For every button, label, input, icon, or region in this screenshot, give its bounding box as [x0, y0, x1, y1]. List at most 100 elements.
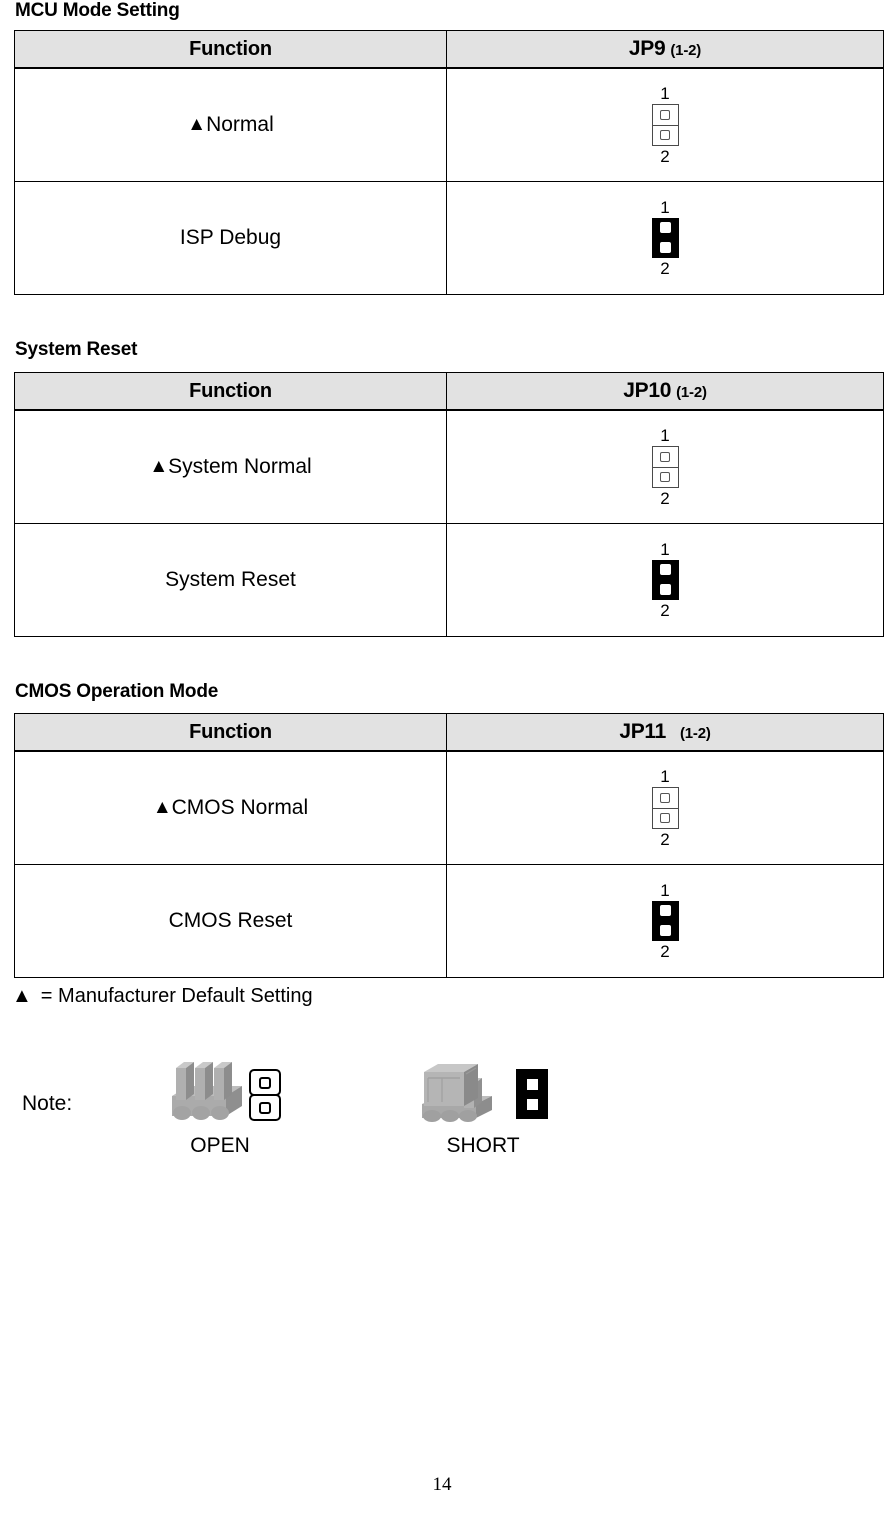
- pin-label-top: 1: [660, 197, 670, 217]
- pin-hole-icon: [659, 925, 671, 936]
- jumper-block: [651, 217, 679, 258]
- function-cell: ▲Normal: [14, 67, 447, 182]
- jumper-pin-cell: [653, 788, 678, 808]
- jumper-block-short: [651, 559, 679, 600]
- jumper-block-open: [651, 103, 679, 146]
- jumper-diagram-open: 1 2: [651, 83, 679, 166]
- pin-label-top: 1: [660, 425, 670, 445]
- column-header-function-label: Function: [189, 720, 272, 743]
- pin-label-top: 1: [660, 83, 670, 103]
- function-label-text: CMOS Normal: [171, 796, 309, 819]
- jumper-table-jp11: Function JP11 (1-2) ▲CMOS Normal 1 2 CMO…: [14, 713, 884, 978]
- note-label: Note:: [22, 1092, 73, 1115]
- jumper-block: [651, 559, 679, 600]
- column-header-function-label: Function: [189, 37, 272, 60]
- function-label: CMOS Reset: [169, 909, 293, 932]
- table-row: System Reset 1 2: [14, 523, 884, 637]
- jumper-cell: 1 2: [446, 750, 884, 865]
- pin-label-bottom: 2: [660, 829, 670, 849]
- jumper-pin-cell: [652, 580, 679, 600]
- column-header-jumper: JP10 (1-2): [446, 372, 884, 411]
- default-setting-triangle-icon: ▲: [149, 456, 169, 477]
- pin-hole-icon: [659, 584, 671, 595]
- function-cell: CMOS Reset: [14, 864, 447, 978]
- jumper-block: [651, 786, 679, 829]
- table-header-row: Function JP11 (1-2): [14, 713, 884, 752]
- jumper-pin-cell: [249, 1094, 281, 1121]
- pin-hole-icon: [660, 109, 670, 120]
- jumper-cell: 1 2: [446, 864, 884, 978]
- column-header-jumper-name: JP9: [628, 37, 666, 60]
- function-label-text: System Reset: [165, 568, 296, 591]
- pin-label-top: 1: [660, 766, 670, 786]
- document-page: MCU Mode Setting Function JP9 (1-2) ▲Norm…: [0, 0, 884, 1518]
- column-header-jumper: JP9 (1-2): [446, 30, 884, 69]
- function-label-text: ISP Debug: [179, 226, 282, 249]
- column-header-function: Function: [14, 30, 447, 69]
- pin-hole-icon: [659, 242, 671, 253]
- function-cell: System Reset: [14, 523, 447, 637]
- pin-label-top: 1: [660, 880, 670, 900]
- open-pin-header-illustration: [168, 1058, 258, 1128]
- table-row: ▲System Normal 1 2: [14, 409, 884, 524]
- default-setting-triangle-icon: ▲: [187, 114, 207, 135]
- table-header-row: Function JP10 (1-2): [14, 372, 884, 411]
- jumper-pin-cell: [653, 447, 678, 467]
- jumper-cell: 1 2: [446, 181, 884, 295]
- column-header-jumper-pins: (1-2): [680, 725, 711, 742]
- function-label: ▲Normal: [187, 113, 274, 136]
- table-row: CMOS Reset 1 2: [14, 864, 884, 978]
- column-header-jumper-name: JP11: [619, 720, 666, 743]
- function-label: ISP Debug: [180, 226, 281, 249]
- manufacturer-default-note-text: = Manufacturer Default Setting: [40, 985, 313, 1007]
- jumper-diagram-open: 1 2: [651, 425, 679, 508]
- function-label-text: CMOS Reset: [168, 909, 293, 932]
- function-label-text: Normal: [206, 113, 274, 136]
- pin-label-bottom: 2: [660, 258, 670, 278]
- jumper-block-open: [249, 1069, 281, 1121]
- pin-hole-icon: [659, 905, 671, 916]
- jumper-pin-cell: [653, 105, 678, 125]
- function-cell: ▲CMOS Normal: [14, 750, 447, 865]
- column-header-jumper-pins: (1-2): [670, 42, 702, 59]
- jumper-pin-cell: [652, 218, 679, 238]
- jumper-pin-cell: [652, 807, 678, 828]
- short-caption: SHORT: [446, 1134, 520, 1157]
- default-setting-triangle-icon: ▲: [152, 797, 172, 818]
- pin-hole-icon: [526, 1098, 538, 1110]
- jumper-pin-cell: [652, 124, 678, 145]
- jumper-diagram-short: 1 2: [651, 197, 679, 278]
- pin-hole-icon: [259, 1076, 271, 1089]
- jumper-pin-cell: [652, 901, 679, 921]
- section-heading-cmos-operation-mode: CMOS Operation Mode: [15, 681, 219, 702]
- column-header-jumper-name: JP10: [623, 379, 672, 402]
- page-number: 14: [432, 1474, 452, 1495]
- column-header-jumper-pins: (1-2): [676, 384, 707, 401]
- jumper-block: [651, 103, 679, 146]
- jumper-pin-cell: [652, 921, 679, 941]
- pin-hole-icon: [660, 472, 670, 482]
- pin-label-bottom: 2: [660, 146, 670, 166]
- pin-label-bottom: 2: [660, 600, 670, 620]
- pin-hole-icon: [660, 813, 670, 823]
- jumper-cell: 1 2: [446, 409, 884, 524]
- jumper-block: [651, 445, 679, 488]
- jumper-block-short: [651, 900, 679, 941]
- jumper-pin-cell: [516, 1074, 548, 1094]
- pin-header-3d-icon: [172, 1062, 242, 1120]
- function-label: System Reset: [165, 568, 296, 591]
- jumper-pin-cell: [516, 1094, 548, 1114]
- jumper-block-short: [651, 217, 679, 258]
- jumper-block-open: [651, 445, 679, 488]
- jumper-pin-cell: [652, 466, 678, 487]
- function-cell: ISP Debug: [14, 181, 447, 295]
- section-heading-system-reset: System Reset: [15, 339, 138, 360]
- jumper-diagram-open: 1 2: [651, 766, 679, 849]
- table-row: ▲Normal 1 2: [14, 67, 884, 182]
- column-header-function: Function: [14, 372, 447, 411]
- open-caption: OPEN: [190, 1134, 250, 1157]
- pin-hole-icon: [659, 222, 671, 233]
- jumper-block-short: [516, 1069, 548, 1119]
- jumper-pin-cell: [249, 1069, 281, 1096]
- pin-hole-icon: [659, 564, 671, 575]
